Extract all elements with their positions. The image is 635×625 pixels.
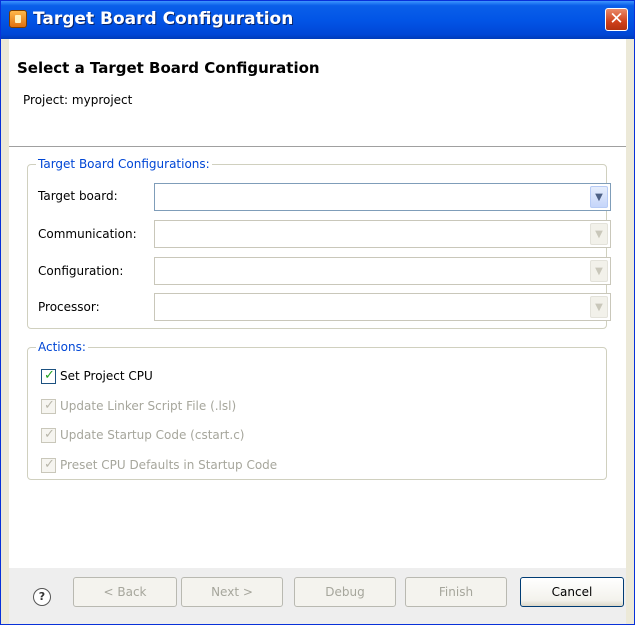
back-button[interactable]: < Back	[73, 577, 177, 607]
processor-combo[interactable]: ▼	[154, 293, 611, 321]
update-linker-script-checkbox[interactable]: ✓ Update Linker Script File (.lsl)	[41, 396, 236, 416]
check-icon: ✓	[44, 367, 55, 383]
configuration-combo[interactable]: ▼	[154, 257, 611, 285]
checkbox-box[interactable]: ✓	[41, 367, 56, 384]
preset-cpu-defaults-checkbox[interactable]: ✓ Preset CPU Defaults in Startup Code	[41, 455, 277, 475]
chevron-down-icon[interactable]: ▼	[590, 260, 608, 282]
close-button[interactable]: ✕	[605, 8, 628, 31]
actions-group-legend: Actions:	[38, 340, 86, 354]
page-title: Select a Target Board Configuration	[17, 59, 320, 77]
set-project-cpu-checkbox[interactable]: ✓ Set Project CPU	[41, 366, 153, 386]
app-icon	[9, 10, 27, 28]
checkbox-label: Preset CPU Defaults in Startup Code	[60, 458, 278, 472]
update-startup-code-checkbox[interactable]: ✓ Update Startup Code (cstart.c)	[41, 425, 244, 445]
wizard-header: Select a Target Board Configuration Proj…	[9, 39, 626, 147]
check-icon: ✓	[44, 397, 55, 413]
checkbox-label: Update Startup Code (cstart.c)	[60, 428, 245, 442]
cancel-button[interactable]: Cancel	[520, 577, 624, 607]
check-icon: ✓	[44, 426, 55, 442]
window-title: Target Board Configuration	[33, 9, 294, 29]
communication-label: Communication:	[38, 227, 137, 241]
title-bar[interactable]: Target Board Configuration ✕	[1, 1, 634, 39]
wizard-content: Target Board Configurations: Target boar…	[9, 147, 626, 624]
project-description: Project: myproject	[23, 93, 133, 107]
target-board-combo[interactable]: ▼	[154, 183, 611, 211]
chevron-down-icon[interactable]: ▼	[590, 186, 608, 208]
target-board-group-legend: Target Board Configurations:	[38, 157, 210, 171]
checkbox-box[interactable]: ✓	[41, 397, 56, 414]
checkbox-box[interactable]: ✓	[41, 426, 56, 443]
target-board-label: Target board:	[38, 189, 118, 203]
communication-combo[interactable]: ▼	[154, 220, 611, 248]
configuration-label: Configuration:	[38, 264, 124, 278]
close-icon: ✕	[609, 9, 624, 29]
debug-button[interactable]: Debug	[294, 577, 396, 607]
checkbox-box[interactable]: ✓	[41, 456, 56, 473]
checkbox-label: Update Linker Script File (.lsl)	[60, 399, 237, 413]
dialog-window: Target Board Configuration ✕ Select a Ta…	[0, 0, 635, 625]
processor-label: Processor:	[38, 300, 100, 314]
button-bar: ? < Back Next > Debug Finish Cancel	[9, 568, 626, 624]
chevron-down-icon[interactable]: ▼	[590, 296, 608, 318]
finish-button[interactable]: Finish	[405, 577, 507, 607]
check-icon: ✓	[44, 456, 55, 472]
help-icon[interactable]: ?	[33, 588, 51, 606]
chevron-down-icon[interactable]: ▼	[590, 223, 608, 245]
checkbox-label: Set Project CPU	[60, 369, 153, 383]
next-button[interactable]: Next >	[181, 577, 283, 607]
